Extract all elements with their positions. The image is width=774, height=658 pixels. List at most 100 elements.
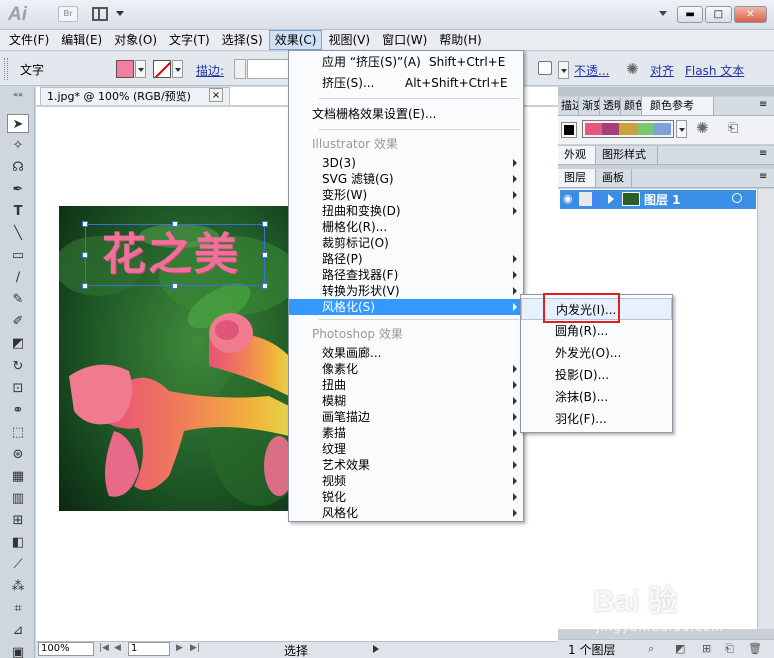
new-sublayer-icon[interactable]: ⊞ <box>702 642 711 655</box>
menu-item-effect-gallery[interactable]: 效果画廊... <box>289 345 523 361</box>
artwork-title-text[interactable]: 花之美 <box>102 218 240 282</box>
bbox-handle[interactable] <box>262 252 268 258</box>
free-transform-tool-icon[interactable]: ⬚ <box>7 423 29 442</box>
menu-file[interactable]: 文件(F) <box>3 30 55 50</box>
color-guide-panel-menu-icon[interactable]: ≡ <box>759 99 767 110</box>
tab-layers[interactable]: 图层 <box>558 169 596 187</box>
stroke-weight-input[interactable] <box>247 59 289 79</box>
appearance-panel-menu-icon[interactable]: ≡ <box>759 148 767 159</box>
menu-item-artistic[interactable]: 艺术效果 <box>289 457 523 473</box>
arrange-documents-icon[interactable] <box>92 7 108 21</box>
maximize-button[interactable]: □ <box>705 6 732 23</box>
new-layer-icon[interactable]: ⎗ <box>725 642 734 656</box>
eraser-tool-icon[interactable]: ◩ <box>7 334 29 353</box>
menu-item-crop-marks[interactable]: 裁剪标记(O) <box>289 235 523 251</box>
menu-item-pathfinder[interactable]: 路径查找器(F) <box>289 267 523 283</box>
prev-page-icon[interactable]: ◀ <box>114 643 121 653</box>
gear-icon[interactable]: ✺ <box>626 60 639 78</box>
close-button[interactable]: ✕ <box>733 6 768 23</box>
layers-scrollbar[interactable] <box>757 189 774 629</box>
symbol-sprayer-tool-icon[interactable]: ⁂ <box>7 577 29 596</box>
next-page-icon[interactable]: ▶ <box>176 643 183 653</box>
control-bar-grip[interactable] <box>4 58 8 80</box>
type-tool-icon[interactable]: T <box>7 202 29 221</box>
panel-dock-header[interactable] <box>558 87 774 96</box>
menu-window[interactable]: 窗口(W) <box>376 30 433 50</box>
lock-toggle[interactable] <box>579 192 592 206</box>
page-number-input[interactable]: 1 <box>128 642 170 656</box>
gradient-tool-icon[interactable]: ◧ <box>7 533 29 552</box>
style-dropdown[interactable] <box>558 61 569 79</box>
shape-builder-tool-icon[interactable]: ⊛ <box>7 445 29 464</box>
zoom-select[interactable]: 100% <box>38 642 94 656</box>
align-link[interactable]: 对齐 <box>650 62 674 79</box>
bbox-handle[interactable] <box>82 283 88 289</box>
layer-row[interactable]: ◉ 图层 1 <box>560 190 756 209</box>
paintbrush-tool-icon[interactable]: ∕ <box>7 268 29 287</box>
bbox-handle[interactable] <box>262 283 268 289</box>
menu-item-raster-settings[interactable]: 文档栅格效果设置(E)... <box>289 106 523 122</box>
menu-object[interactable]: 对象(O) <box>108 30 163 50</box>
screen-mode-icon[interactable]: ▣ <box>7 643 29 658</box>
flash-text-link[interactable]: Flash 文本 <box>685 62 744 79</box>
rotate-tool-icon[interactable]: ↻ <box>7 357 29 376</box>
artboard-tool-icon[interactable]: ⌗ <box>7 599 29 618</box>
document-tab-close-icon[interactable]: × <box>209 88 223 102</box>
menu-item-blur[interactable]: 模糊 <box>289 393 523 409</box>
bbox-handle[interactable] <box>82 221 88 227</box>
bbox-handle[interactable] <box>262 221 268 227</box>
minimize-button[interactable]: ▬ <box>677 6 704 23</box>
eye-icon[interactable]: ◉ <box>563 192 573 205</box>
tab-color-guide[interactable]: 颜色参考 <box>642 97 714 115</box>
menu-item-texture[interactable]: 纹理 <box>289 441 523 457</box>
expand-arrow-icon[interactable] <box>608 194 614 204</box>
graph-tool-icon[interactable]: ▥ <box>7 489 29 508</box>
stroke-dropdown[interactable] <box>172 60 183 78</box>
harmony-swatch[interactable] <box>653 123 672 135</box>
menu-item-sketch[interactable]: 素描 <box>289 425 523 441</box>
pencil-tool-icon[interactable]: ✎ <box>7 290 29 309</box>
rectangle-tool-icon[interactable]: ▭ <box>7 246 29 265</box>
selection-tool-icon[interactable]: ➤ <box>7 114 29 133</box>
menu-item-sharpen[interactable]: 锐化 <box>289 489 523 505</box>
slice-tool-icon[interactable]: ⊿ <box>7 621 29 640</box>
workspace-dropdown-icon[interactable] <box>659 11 667 16</box>
save-color-group-icon[interactable]: ⎗ <box>728 121 738 136</box>
arrange-dropdown-icon[interactable] <box>116 11 124 16</box>
last-page-icon[interactable]: ▶| <box>190 643 200 653</box>
fill-dropdown[interactable] <box>135 60 146 78</box>
menu-view[interactable]: 视图(V) <box>322 30 376 50</box>
harmony-swatch[interactable] <box>602 123 620 135</box>
menu-item-extrude[interactable]: 挤压(S)... Alt+Shift+Ctrl+E <box>289 75 523 91</box>
submenu-item-drop-shadow[interactable]: 投影(D)... <box>521 364 672 386</box>
tab-gradient[interactable]: 渐变 <box>579 97 600 115</box>
tab-graphic-styles[interactable]: 图形样式 <box>596 146 658 164</box>
toolbox-collapse-icon[interactable]: «« <box>7 91 29 99</box>
menu-edit[interactable]: 编辑(E) <box>55 30 108 50</box>
harmony-swatches[interactable] <box>582 120 674 138</box>
menu-item-brush-strokes[interactable]: 画笔描边 <box>289 409 523 425</box>
fill-swatch[interactable] <box>116 60 134 78</box>
locate-object-icon[interactable]: ⌕ <box>648 642 654 656</box>
delete-layer-icon[interactable]: 🗑 <box>748 642 762 655</box>
status-tool-label[interactable]: 选择 <box>284 642 308 658</box>
artwork-image[interactable]: 花之美 <box>59 206 289 511</box>
eyedropper-tool-icon[interactable]: ⟋ <box>7 555 29 574</box>
menu-item-pixelate[interactable]: 像素化 <box>289 361 523 377</box>
menu-item-3d[interactable]: 3D(3) <box>289 155 523 171</box>
warp-tool-icon[interactable]: ⚭ <box>7 401 29 420</box>
menu-item-apply-extrude[interactable]: 应用 “挤压(S)”(A) Shift+Ctrl+E <box>289 54 523 70</box>
first-page-icon[interactable]: |◀ <box>99 643 109 653</box>
bbox-handle[interactable] <box>172 221 178 227</box>
tab-stroke[interactable]: 描边 <box>558 97 579 115</box>
submenu-item-round-corners[interactable]: 圆角(R)... <box>521 320 672 342</box>
menu-item-stylize-photoshop[interactable]: 风格化 <box>289 505 523 521</box>
bridge-button[interactable]: Br <box>58 6 78 22</box>
harmony-swatch[interactable] <box>619 123 637 135</box>
stroke-link[interactable]: 描边: <box>196 62 224 79</box>
menu-item-video[interactable]: 视频 <box>289 473 523 489</box>
stroke-weight-stepper[interactable] <box>234 59 246 79</box>
menu-select[interactable]: 选择(S) <box>216 30 269 50</box>
make-clipping-mask-icon[interactable]: ◩ <box>675 642 685 655</box>
submenu-item-scribble[interactable]: 涂抹(B)... <box>521 386 672 408</box>
